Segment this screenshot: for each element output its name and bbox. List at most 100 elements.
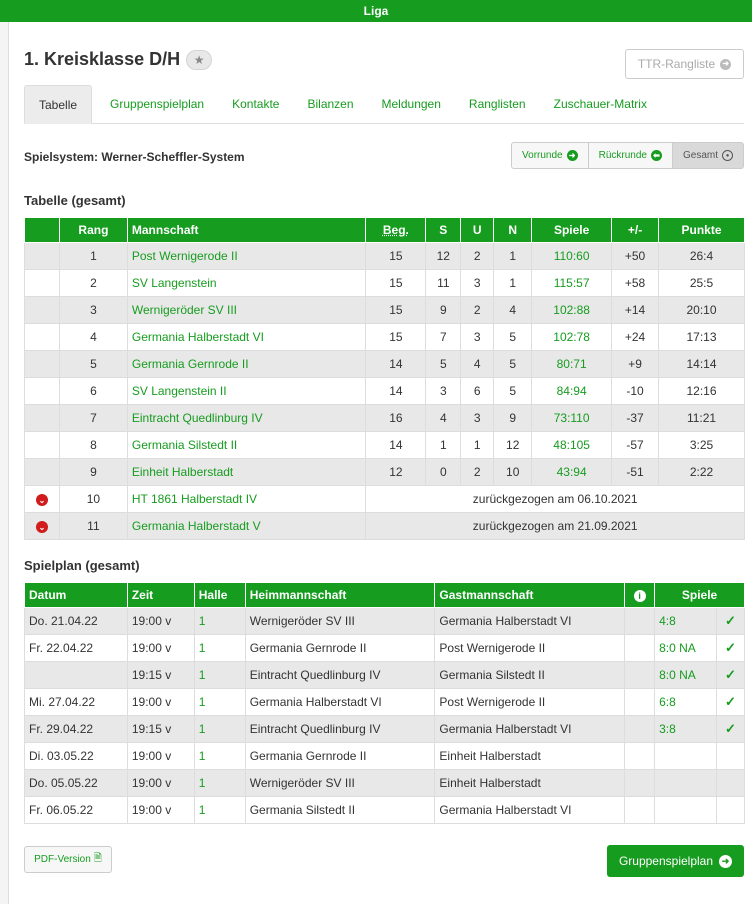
halle-link[interactable]: 1 <box>193 634 246 662</box>
col-header-punkte[interactable]: Punkte <box>658 217 745 243</box>
schedule-row: 19:15 v 1 Eintracht Quedlinburg IV Germania… <box>24 661 746 689</box>
n-cell: 10 <box>493 458 533 486</box>
datum-cell: Di. 03.05.22 <box>24 742 128 770</box>
halle-link[interactable]: 1 <box>193 688 246 716</box>
tab-meldungen[interactable]: Meldungen <box>367 85 456 124</box>
gruppenspielplan-button[interactable]: Gruppenspielplan ➜ <box>607 845 744 877</box>
result-link[interactable]: 8:0 NA <box>654 661 717 689</box>
halle-link[interactable]: 1 <box>193 661 246 689</box>
vorrunde-button[interactable]: Vorrunde ➜ <box>511 142 589 169</box>
spiele-link[interactable]: 110:60 <box>531 242 613 270</box>
favorite-star-button[interactable]: ★ <box>186 49 213 70</box>
pdf-version-label: PDF-Version <box>34 854 91 865</box>
gast-cell: Germania Halberstadt VI <box>434 715 626 743</box>
heim-cell: Eintracht Quedlinburg IV <box>244 715 436 743</box>
tab-gruppenspielplan[interactable]: Gruppenspielplan <box>95 85 219 124</box>
col-header-icon <box>24 217 60 243</box>
arrow-right-icon: ➜ <box>719 854 733 868</box>
result-link[interactable]: 3:8 <box>654 715 717 743</box>
spiele-link[interactable]: 102:78 <box>531 323 613 351</box>
team-link[interactable]: Germania Gernrode II <box>126 350 367 378</box>
team-link[interactable]: Eintracht Quedlinburg IV <box>126 404 367 432</box>
target-icon: ● <box>722 150 733 161</box>
table-row: 8 Germania Silstedt II 14 1 1 12 48:105 -57 3:25 <box>24 431 745 459</box>
team-link[interactable]: Germania Halberstadt VI <box>126 323 367 351</box>
result-link[interactable]: 8:0 NA <box>654 634 717 662</box>
halle-link[interactable]: 1 <box>193 796 246 824</box>
col-header-s[interactable]: S <box>425 217 462 243</box>
result-link[interactable]: 4:8 <box>654 607 717 635</box>
halle-link[interactable]: 1 <box>193 769 246 797</box>
halle-link[interactable]: 1 <box>193 715 246 743</box>
result-cell <box>654 796 717 824</box>
u-cell: 2 <box>460 296 495 324</box>
tab-bilanzen[interactable]: Bilanzen <box>292 85 368 124</box>
col-header-datum: Datum <box>24 582 128 608</box>
star-icon: ★ <box>193 52 205 67</box>
spiele-link[interactable]: 84:94 <box>531 377 613 405</box>
halle-link[interactable]: 1 <box>193 607 246 635</box>
team-link[interactable]: HT 1861 Halberstadt IV <box>126 485 367 513</box>
tab-zuschauer-matrix[interactable]: Zuschauer-Matrix <box>539 85 662 124</box>
rueckrunde-button[interactable]: Rückrunde ⬅ <box>588 142 673 169</box>
gast-cell: Einheit Halberstadt <box>434 742 626 770</box>
spiele-link[interactable]: 43:94 <box>531 458 613 486</box>
chevron-down-icon[interactable]: ⌄ <box>35 521 48 534</box>
col-header-n[interactable]: N <box>493 217 533 243</box>
check-icon: ✓ <box>725 721 736 736</box>
team-link[interactable]: Wernigeröder SV III <box>126 296 367 324</box>
ttr-rangliste-button[interactable]: TTR-Rangliste ➜ <box>625 49 744 79</box>
beg-cell: 15 <box>365 242 427 270</box>
spiele-link[interactable]: 48:105 <box>531 431 613 459</box>
team-link[interactable]: Post Wernigerode II <box>126 242 367 270</box>
col-header-beg[interactable]: Beg. <box>365 217 427 243</box>
pdf-version-button[interactable]: PDF-Version 🗎 <box>24 846 112 873</box>
punkte-cell: 20:10 <box>658 296 745 324</box>
datum-cell: Mi. 27.04.22 <box>24 688 128 716</box>
col-header-u[interactable]: U <box>460 217 495 243</box>
heim-cell: Germania Halberstadt VI <box>244 688 436 716</box>
info-icon[interactable]: i <box>633 590 646 603</box>
team-link[interactable]: Einheit Halberstadt <box>126 458 367 486</box>
col-header-mannschaft[interactable]: Mannschaft <box>126 217 367 243</box>
diff-cell: -57 <box>611 431 660 459</box>
tabelle-heading: Tabelle (gesamt) <box>24 193 126 208</box>
rang-cell: 9 <box>58 458 128 486</box>
u-cell: 6 <box>460 377 495 405</box>
team-link[interactable]: Germania Halberstadt V <box>126 512 367 540</box>
schedule-row: Di. 03.05.22 19:00 v 1 Germania Gernrode II… <box>24 742 746 770</box>
table-row-withdrawn: ⌄ 11 Germania Halberstadt Vzurückgezogen a… <box>24 512 745 540</box>
team-link[interactable]: SV Langenstein II <box>126 377 367 405</box>
spiele-link[interactable]: 115:57 <box>531 269 613 297</box>
spielsystem-label: Spielsystem: Werner-Scheffler-System <box>24 150 245 164</box>
schedule-header-row: Datum Zeit Halle Heimmannschaft Gastmann… <box>24 582 745 608</box>
chevron-down-icon[interactable]: ⌄ <box>35 494 48 507</box>
s-cell: 0 <box>425 458 462 486</box>
n-cell: 5 <box>493 323 533 351</box>
team-link[interactable]: Germania Silstedt II <box>126 431 367 459</box>
col-header-diff[interactable]: +/- <box>611 217 660 243</box>
spiele-link[interactable]: 73:110 <box>531 404 613 432</box>
s-cell: 3 <box>425 377 462 405</box>
col-header-spiele[interactable]: Spiele <box>531 217 613 243</box>
result-link[interactable]: 6:8 <box>654 688 717 716</box>
schedule-row: Fr. 29.04.22 19:15 v 1 Eintracht Quedlinbur… <box>24 715 746 743</box>
col-header-rang[interactable]: Rang <box>58 217 128 243</box>
gesamt-button[interactable]: Gesamt ● <box>672 142 744 169</box>
result-cell <box>654 769 717 797</box>
gast-cell: Germania Halberstadt VI <box>434 607 626 635</box>
team-link[interactable]: SV Langenstein <box>126 269 367 297</box>
halle-link[interactable]: 1 <box>193 742 246 770</box>
datum-cell: Fr. 06.05.22 <box>24 796 128 824</box>
spiele-link[interactable]: 102:88 <box>531 296 613 324</box>
tab-tabelle[interactable]: Tabelle <box>24 85 93 124</box>
rang-cell: 2 <box>58 269 128 297</box>
rang-cell: 1 <box>58 242 128 270</box>
table-row: 1 Post Wernigerode II 15 12 2 1 110:60 +50 26:4 <box>24 242 745 270</box>
s-cell: 11 <box>425 269 462 297</box>
spiele-link[interactable]: 80:71 <box>531 350 613 378</box>
beg-cell: 15 <box>365 296 427 324</box>
tab-ranglisten[interactable]: Ranglisten <box>454 85 541 124</box>
tab-kontakte[interactable]: Kontakte <box>217 85 294 124</box>
diff-cell: -37 <box>611 404 660 432</box>
